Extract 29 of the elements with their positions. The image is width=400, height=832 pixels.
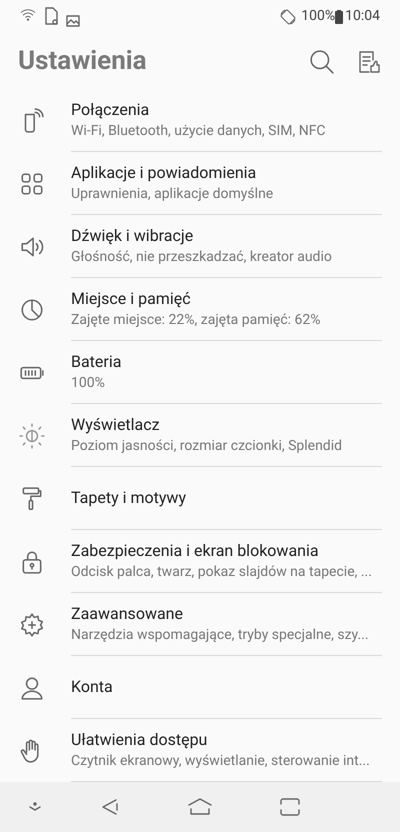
page-title: Ustawienia (18, 45, 148, 78)
settings-item[interactable]: Zaawansowane Narzędzia wspomagające, tryby specjalne, szy... (71, 593, 382, 656)
settings-item[interactable]: Miejsce i pamięć Zajęte miejsce: 22%, zajęta pamięć: 62% (71, 278, 382, 342)
settings-item[interactable]: Tapety i motywy (71, 467, 382, 530)
rotate-icon (279, 8, 298, 26)
document-thumbs-up-icon (357, 50, 381, 74)
clock: 10:04 (345, 7, 380, 26)
pie-chart-icon (18, 296, 44, 323)
brightness-icon (18, 422, 44, 449)
settings-item[interactable]: Wyświetlacz Poziom jasności, rozmiar czcionki, Splendid (71, 404, 382, 468)
sd-card-icon (44, 6, 58, 25)
battery-percent: 100% (301, 7, 336, 26)
apps-grid-icon (18, 170, 44, 197)
settings-item[interactable]: Konta (71, 656, 382, 720)
battery-icon (335, 10, 344, 24)
recent-apps-icon (279, 798, 301, 816)
image-icon (66, 14, 80, 27)
back-icon (100, 797, 120, 818)
wifi-icon (20, 6, 36, 23)
person-icon (18, 674, 44, 701)
settings-item[interactable]: Zabezpieczenia i ekran blokowania Odcisk palca, twarz, pokaz slajdów na tapecie, ... (71, 530, 382, 594)
gear-plus-icon (18, 612, 44, 638)
home-icon (187, 797, 213, 818)
chevron-down-icon (29, 802, 41, 812)
settings-item[interactable]: Połączenia Wi-Fi, Bluetooth, użycie danych, SIM, NFC (71, 89, 382, 152)
search-icon (309, 48, 335, 75)
settings-item[interactable]: Aplikacje i powiadomienia Uprawnienia, aplikacje domyślne (71, 152, 382, 216)
settings-item[interactable]: Dźwięk i wibracje Głośność, nie przeszkadzać, kreator audio (71, 215, 382, 278)
settings-item[interactable]: Bateria 100% (71, 341, 382, 404)
